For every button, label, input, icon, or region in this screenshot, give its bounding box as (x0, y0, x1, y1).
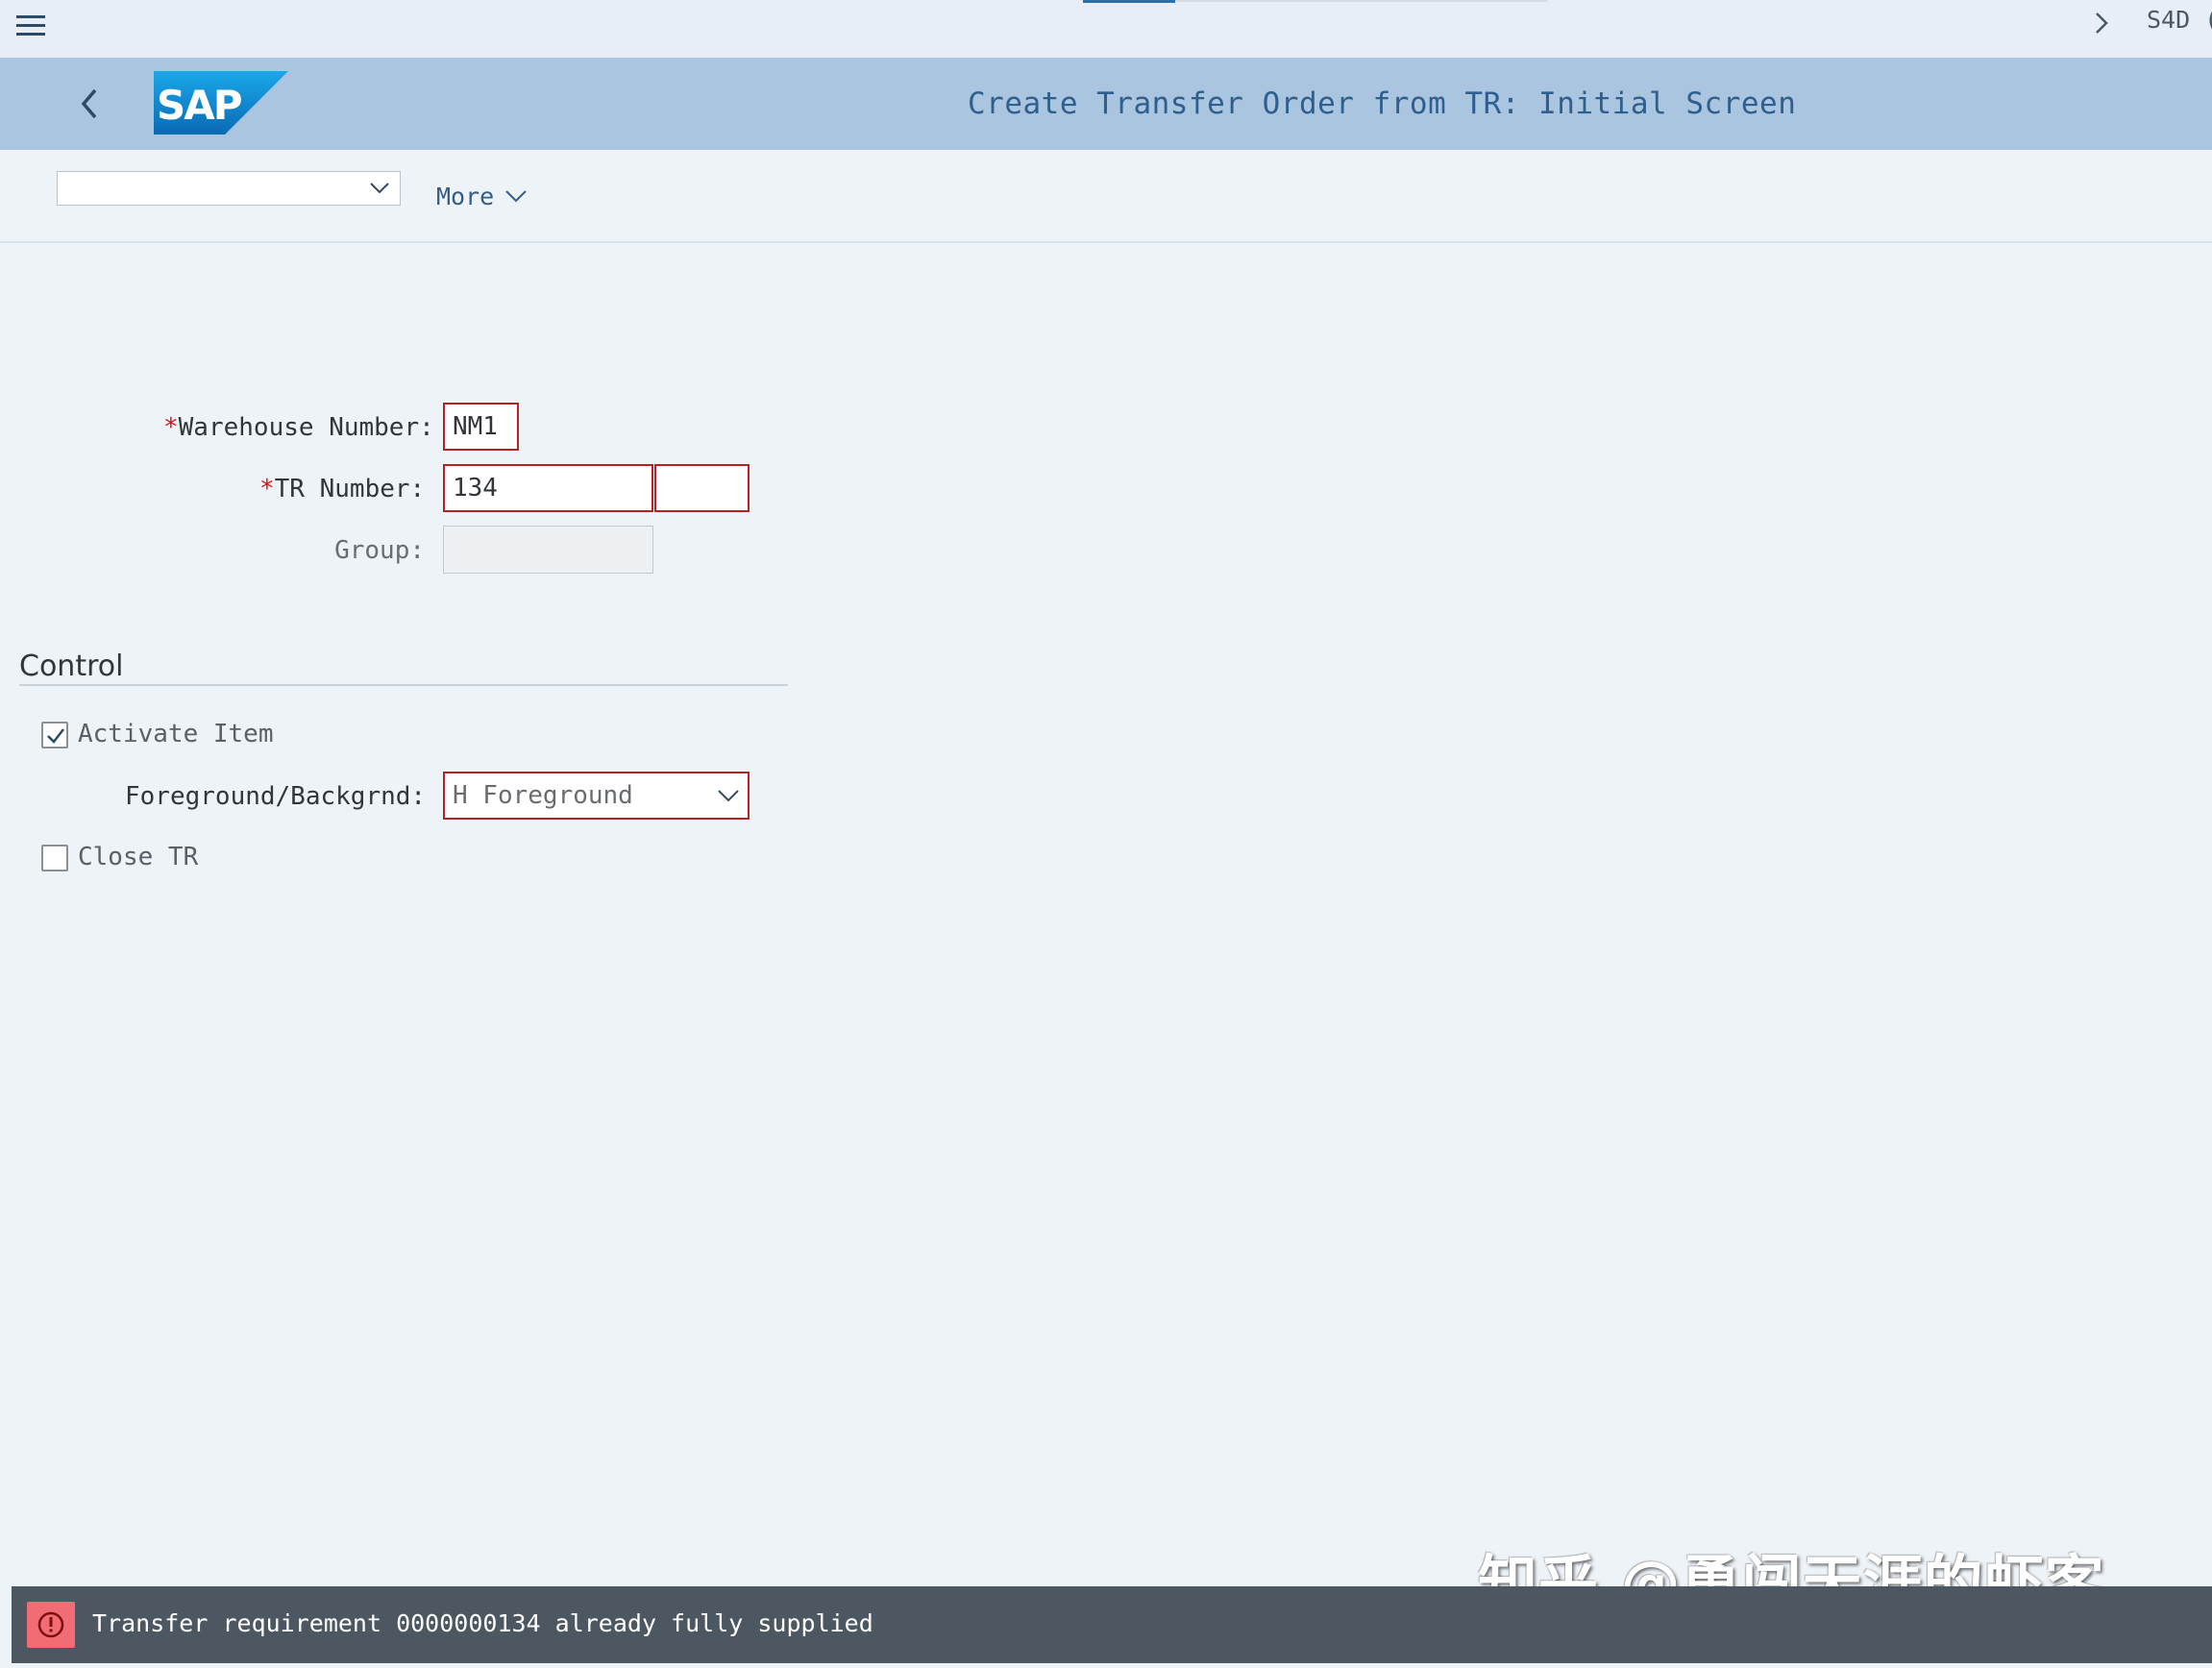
tr-number-value: 134 (453, 474, 498, 503)
section-divider (19, 684, 788, 686)
chevron-down-icon (718, 790, 739, 802)
foreground-background-label: Foreground/Backgrnd: (125, 782, 427, 811)
more-button[interactable]: More (436, 179, 528, 213)
warehouse-number-label-text: Warehouse Number: (178, 413, 434, 442)
chevron-down-icon (505, 190, 527, 203)
shell-bar: S4D ( (0, 0, 2212, 58)
tab-track (1175, 0, 1547, 2)
close-tr-label[interactable]: Close TR (78, 843, 198, 871)
chevron-right-icon[interactable] (2087, 6, 2116, 40)
command-dropdown[interactable] (57, 171, 401, 206)
tr-number-label: *TR Number: (259, 475, 425, 503)
warehouse-number-input[interactable]: NM1 (443, 403, 519, 451)
required-marker: * (163, 413, 179, 442)
tr-number-label-text: TR Number: (274, 475, 426, 503)
toolbar: More (0, 150, 2212, 243)
activate-item-label[interactable]: Activate Item (78, 720, 274, 748)
chevron-down-icon (370, 183, 389, 194)
sap-logo: SAP (154, 71, 288, 135)
control-section-title: Control (19, 650, 124, 683)
tr-number-extra-input[interactable] (654, 464, 750, 512)
page-title: Create Transfer Order from TR: Initial S… (968, 86, 1797, 121)
warehouse-number-label: *Warehouse Number: (163, 413, 434, 442)
checkmark-icon (47, 728, 64, 744)
close-tr-checkbox[interactable] (41, 845, 68, 871)
group-label: Group: (334, 536, 425, 565)
tr-number-input[interactable]: 134 (443, 464, 653, 512)
activate-item-checkbox[interactable] (41, 722, 68, 748)
group-input (443, 526, 653, 574)
message-text: Transfer requirement 0000000134 already … (92, 1609, 873, 1637)
system-label: S4D ( (2147, 6, 2212, 34)
error-circle-icon (27, 1602, 75, 1648)
hamburger-menu-icon[interactable] (13, 8, 52, 46)
foreground-background-select[interactable]: H Foreground (443, 772, 750, 820)
required-marker: * (259, 475, 275, 503)
more-label: More (436, 182, 495, 210)
back-arrow-icon[interactable] (69, 83, 111, 125)
active-tab-indicator (1083, 0, 1175, 3)
message-bar[interactable]: Transfer requirement 0000000134 already … (12, 1586, 2212, 1663)
title-header: SAP Create Transfer Order from TR: Initi… (0, 58, 2212, 150)
foreground-background-value: H Foreground (453, 781, 633, 810)
warehouse-number-value: NM1 (453, 412, 498, 441)
svg-text:SAP: SAP (157, 82, 242, 129)
